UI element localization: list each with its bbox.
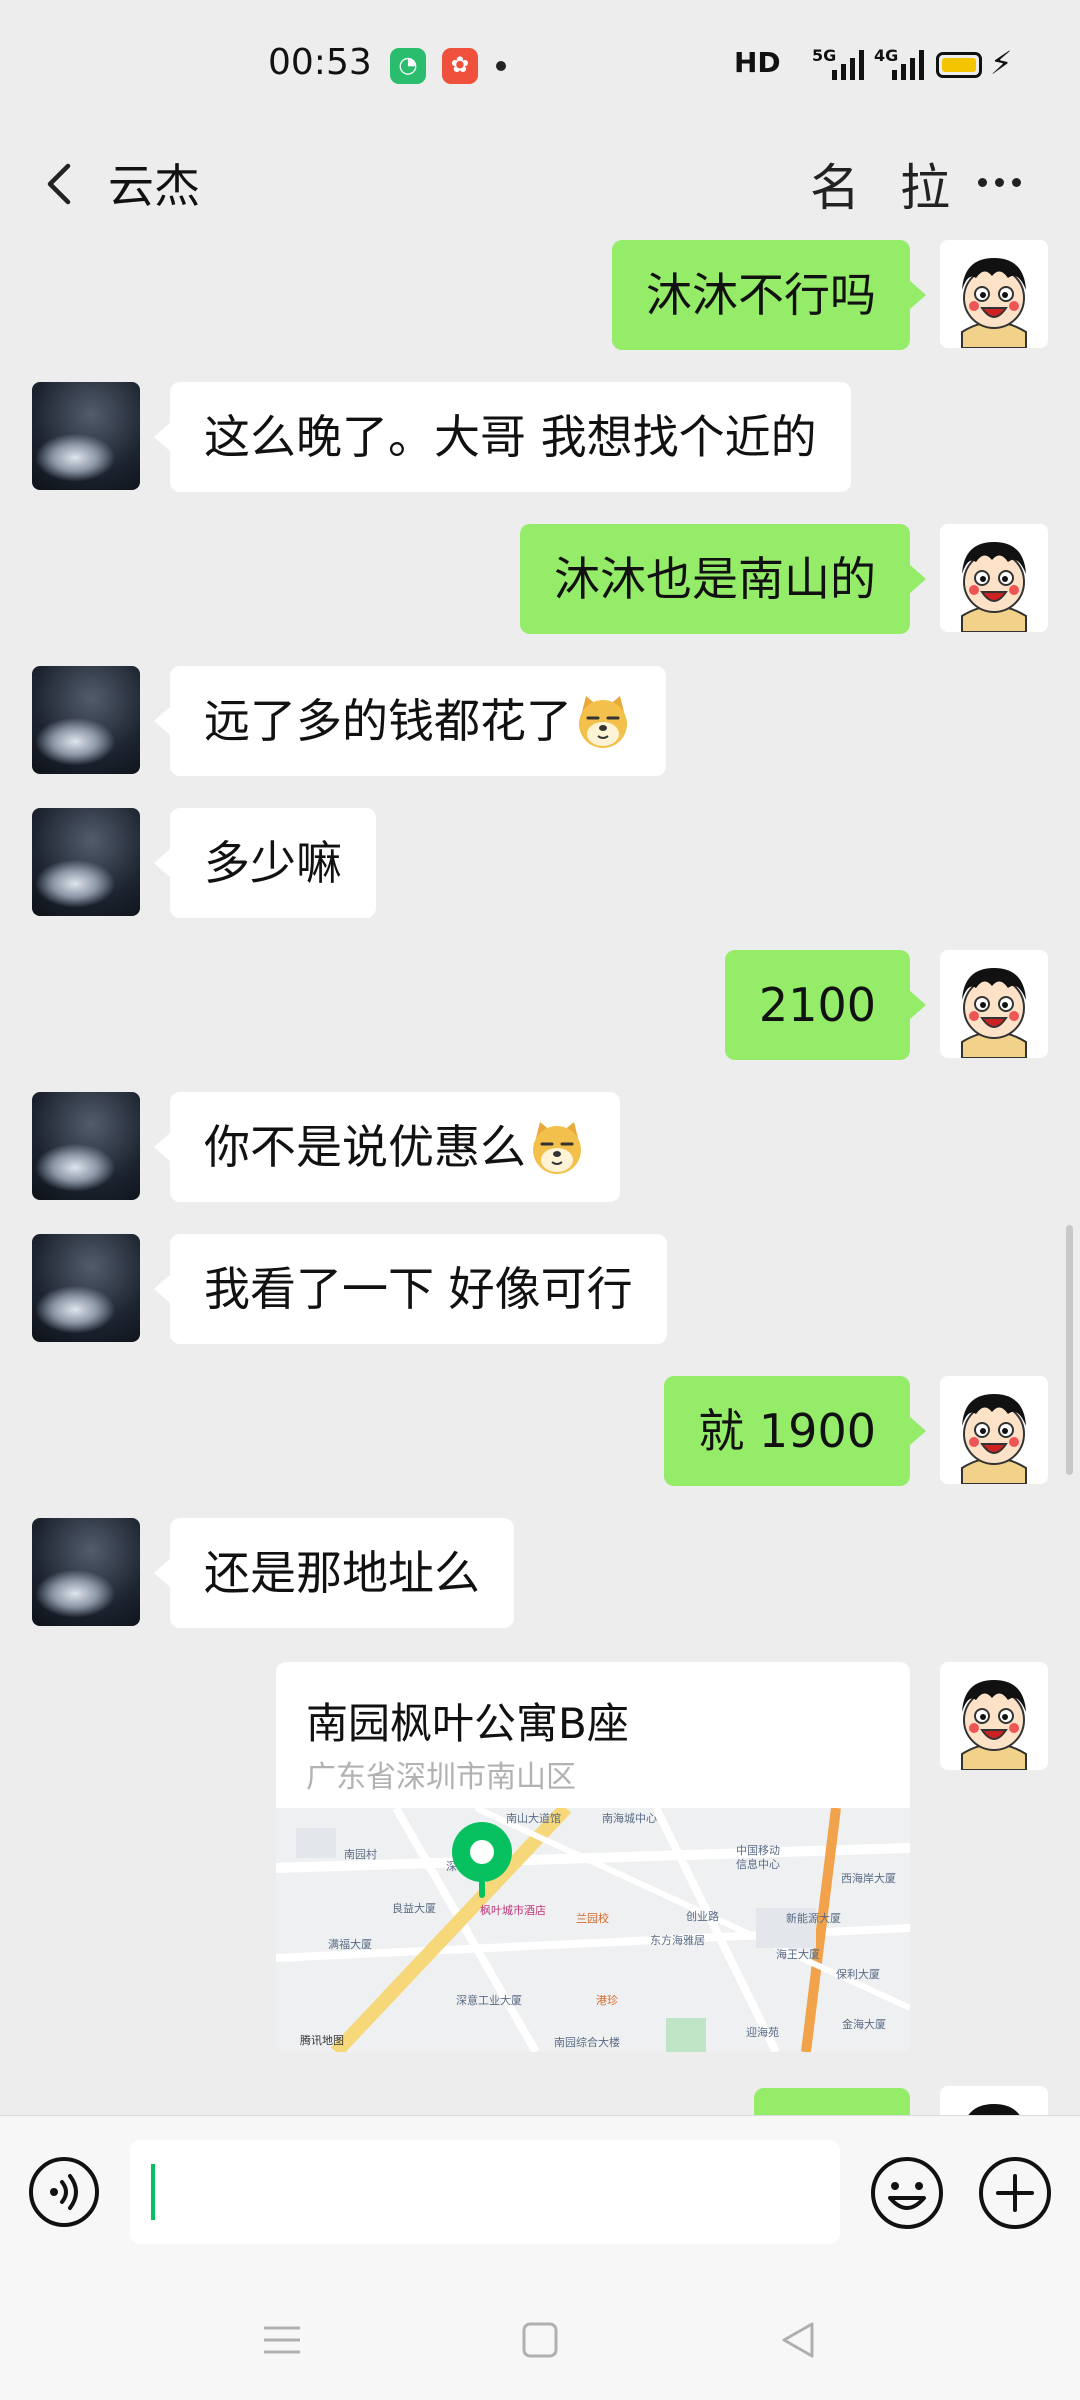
message-list[interactable]: 沐沐不行吗这么晚了。大哥 我想找个近的沐沐也是南山的远了多的钱都花了 多少嘛 210… [0, 240, 1080, 2115]
map-label: 海王大厦 [776, 1947, 820, 1961]
app-notification-icon: ✿ [442, 48, 478, 84]
message-text: 我看了一下 好像可行 [204, 1262, 633, 1316]
avatar[interactable] [32, 808, 140, 916]
incoming-message-bubble[interactable]: 还是那地址么 [154, 1518, 514, 1628]
incoming-message-bubble[interactable]: 我看了一下 好像可行 [154, 1234, 667, 1344]
map-label: 迎海苑 [746, 2025, 779, 2039]
incoming-message-bubble[interactable]: 多少嘛 [154, 808, 376, 918]
message-text: 远了多的钱都花了 [204, 694, 572, 748]
map-label: 南园村 [344, 1847, 377, 1861]
message-input[interactable] [130, 2140, 840, 2244]
cartoon-boy-avatar-icon [940, 240, 1048, 348]
battery-icon [936, 52, 982, 78]
map-label: 新能源大厦 [786, 1911, 841, 1925]
outgoing-message-bubble[interactable]: 沐沐不行吗 [612, 240, 926, 350]
cartoon-boy-avatar-icon [940, 2086, 1048, 2115]
chat-title: 云杰 [108, 159, 200, 213]
voice-icon[interactable] [28, 2156, 100, 2228]
scrollbar[interactable] [1066, 1225, 1073, 1475]
map-label: 港珍 [596, 1994, 618, 2007]
map-label: 枫叶城市酒店 [480, 1903, 546, 1917]
app-notification-icon: ◔ [390, 48, 426, 84]
map-label: 西海岸大厦 [841, 1871, 896, 1885]
doge-emoji-icon [533, 1121, 581, 1174]
text-caret [151, 2164, 155, 2220]
status-bar: 00:53 ◔ ✿ HD 5G 4G ⚡ [0, 0, 1080, 130]
message-text: 多少嘛 [204, 836, 342, 890]
composer-bar [0, 2115, 1080, 2281]
location-card[interactable]: 南园枫叶公寓B座 广东省深圳市南山区 南山大道馆 南海城中心 南园村 深华园 枫… [276, 1662, 910, 2052]
map-label: 金海大厦 [842, 2017, 886, 2031]
incoming-message-bubble[interactable]: 这么晚了。大哥 我想找个近的 [154, 382, 851, 492]
map-label: 兰园校 [576, 1911, 609, 1925]
chat-header: 云杰 名 拉 [0, 130, 1080, 240]
cartoon-boy-avatar-icon [940, 1376, 1048, 1484]
avatar[interactable] [940, 1662, 1048, 1770]
incoming-message-bubble[interactable]: 你不是说优惠么 [154, 1092, 620, 1202]
home-icon[interactable] [512, 2312, 568, 2368]
message-text: 你不是说优惠么 [204, 1120, 526, 1174]
cartoon-boy-avatar-icon [940, 1662, 1048, 1770]
plus-icon[interactable] [978, 2156, 1052, 2230]
message-text: 2100 [758, 978, 876, 1032]
avatar[interactable] [32, 1234, 140, 1342]
back-icon[interactable] [770, 2312, 826, 2368]
avatar[interactable] [940, 2086, 1048, 2115]
message-text: 这么晚了。大哥 我想找个近的 [204, 410, 817, 464]
map-label: 信息中心 [736, 1857, 780, 1871]
header-button-name[interactable]: 名 [810, 148, 860, 220]
map-label: 创业路 [686, 1910, 719, 1923]
status-time: 00:53 [268, 42, 372, 83]
location-name: 南园枫叶公寓B座 [306, 1699, 629, 1748]
doge-emoji-icon [579, 695, 627, 748]
cartoon-boy-avatar-icon [940, 524, 1048, 632]
charging-icon: ⚡ [990, 44, 1013, 82]
avatar[interactable] [940, 240, 1048, 348]
incoming-message-bubble[interactable]: 远了多的钱都花了 [154, 666, 666, 776]
partial-outgoing-bubble[interactable] [754, 2088, 910, 2115]
cartoon-boy-avatar-icon [940, 950, 1048, 1058]
map-thumbnail: 南山大道馆 南海城中心 南园村 深华园 枫叶城市酒店 中国移动 信息中心 西海岸… [276, 1808, 910, 2052]
map-label: 深意工业大厦 [456, 1993, 522, 2007]
message-text: 还是那地址么 [204, 1546, 480, 1600]
avatar[interactable] [32, 1518, 140, 1626]
system-nav-bar [0, 2280, 1080, 2400]
avatar[interactable] [32, 1092, 140, 1200]
outgoing-message-bubble[interactable]: 沐沐也是南山的 [520, 524, 926, 634]
map-label: 南海城中心 [602, 1811, 657, 1825]
avatar[interactable] [940, 950, 1048, 1058]
avatar[interactable] [940, 524, 1048, 632]
message-text: 沐沐不行吗 [646, 268, 876, 322]
location-address: 广东省深圳市南山区 [306, 1760, 576, 1795]
map-label: 保利大厦 [836, 1967, 880, 1981]
more-dots-icon[interactable] [978, 178, 1021, 187]
outgoing-message-bubble[interactable]: 就 1900 [664, 1376, 926, 1486]
map-brand: 腾讯地图 [300, 2033, 344, 2047]
smiley-icon[interactable] [870, 2156, 944, 2230]
avatar[interactable] [940, 1376, 1048, 1484]
menu-icon[interactable] [254, 2312, 310, 2368]
map-label: 东方海雅居 [650, 1933, 705, 1947]
message-text: 就 1900 [698, 1404, 876, 1458]
outgoing-message-bubble[interactable]: 2100 [724, 950, 927, 1060]
chevron-left-icon[interactable] [38, 160, 86, 208]
header-button-pull[interactable]: 拉 [900, 148, 950, 220]
map-label: 南园综合大楼 [554, 2035, 620, 2049]
map-label: 良益大厦 [392, 1901, 436, 1915]
map-label: 满福大厦 [328, 1937, 372, 1951]
avatar[interactable] [32, 666, 140, 774]
signal-icon [892, 50, 924, 80]
notification-dot-icon [496, 61, 506, 71]
message-text: 沐沐也是南山的 [554, 552, 876, 606]
map-label: 中国移动 [736, 1844, 780, 1857]
map-label: 南山大道馆 [506, 1811, 561, 1825]
hd-indicator: HD [734, 46, 781, 79]
avatar[interactable] [32, 382, 140, 490]
signal-icon [832, 50, 864, 80]
